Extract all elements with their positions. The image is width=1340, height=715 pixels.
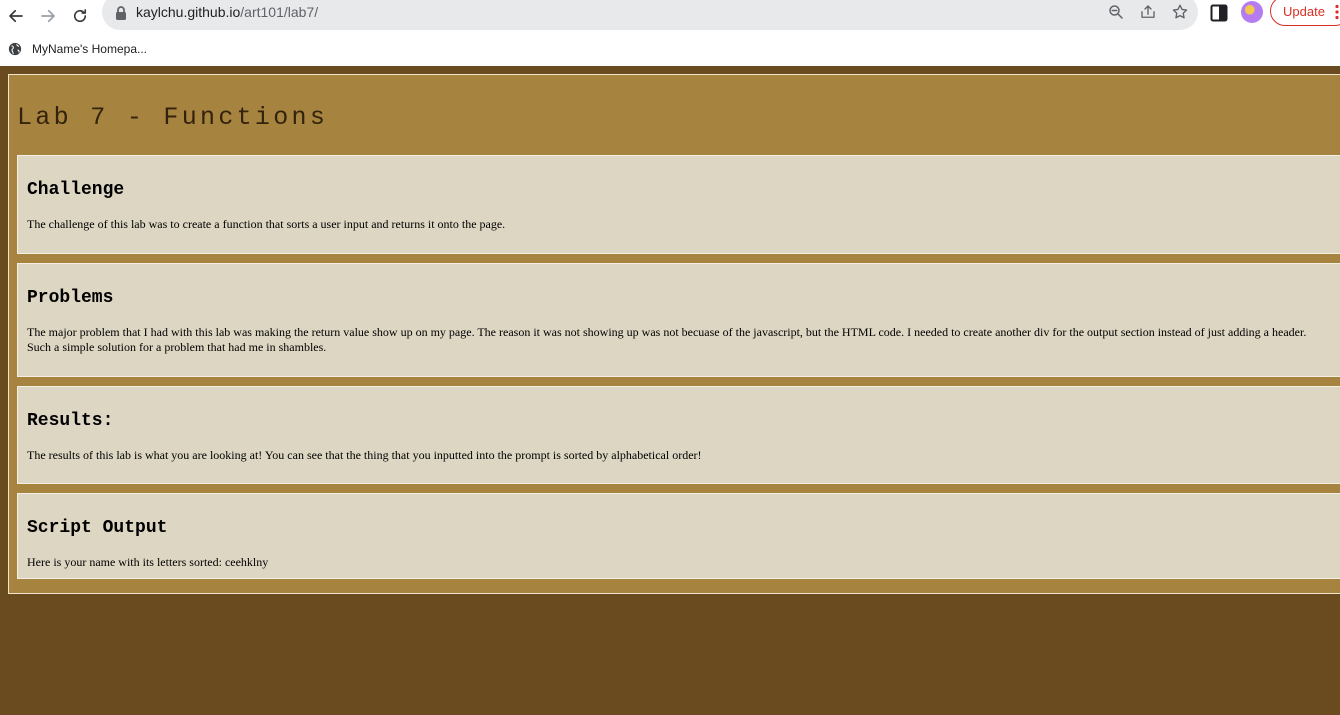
section-heading: Results: [27, 411, 114, 431]
bookmark-star-icon[interactable] [1171, 3, 1189, 21]
script-output-text: Here is your name with its letters sorte… [27, 555, 269, 569]
update-button[interactable]: Update [1270, 0, 1340, 26]
url-text[interactable]: kaylchu.github.io/art101/lab7/ [136, 4, 318, 20]
section-heading: Challenge [27, 180, 125, 200]
profile-avatar-icon[interactable] [1241, 1, 1263, 23]
section-challenge: Challenge The challenge of this lab was … [17, 155, 1340, 254]
reload-icon[interactable] [67, 3, 93, 29]
bookmark-homepage[interactable]: MyName's Homepa... [8, 39, 147, 59]
side-panel-icon[interactable] [1210, 4, 1228, 22]
section-script-output: Script Output Here is your name with its… [17, 493, 1340, 579]
globe-icon [8, 42, 22, 56]
bookmark-label: MyName's Homepa... [32, 42, 147, 56]
share-icon[interactable] [1139, 3, 1157, 21]
back-arrow-icon[interactable] [3, 3, 29, 29]
url-host: kaylchu.github.io [136, 4, 241, 20]
zoom-out-icon[interactable] [1107, 3, 1125, 21]
content-wrapper: Lab 7 - Functions Challenge The challeng… [8, 74, 1340, 594]
bookmarks-bar: MyName's Homepa... [0, 33, 1340, 66]
page-viewport: Lab 7 - Functions Challenge The challeng… [0, 66, 1340, 715]
more-menu-icon[interactable] [1335, 4, 1339, 20]
forward-arrow-icon[interactable] [35, 3, 61, 29]
section-heading: Script Output [27, 518, 168, 538]
url-path: /art101/lab7/ [240, 4, 319, 20]
section-body: The major problem that I had with this l… [27, 325, 1307, 354]
section-results: Results: The results of this lab is what… [17, 386, 1340, 484]
section-problems: Problems The major problem that I had wi… [17, 263, 1340, 377]
section-heading: Problems [27, 288, 114, 308]
page-title: Lab 7 - Functions [17, 103, 329, 132]
address-bar[interactable]: kaylchu.github.io/art101/lab7/ [102, 0, 1198, 30]
section-body: The results of this lab is what you are … [27, 448, 702, 462]
lock-icon [116, 6, 126, 20]
browser-toolbar: kaylchu.github.io/art101/lab7/ Update [0, 0, 1340, 33]
section-body: The challenge of this lab was to create … [27, 217, 506, 231]
